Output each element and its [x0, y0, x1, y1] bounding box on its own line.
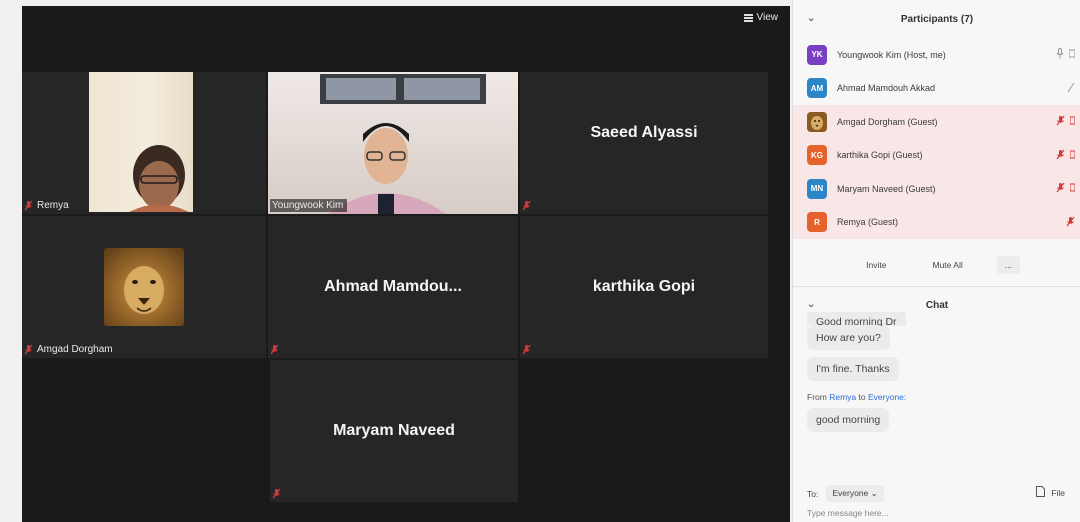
muted-mic-icon: [1066, 216, 1075, 230]
video-tile-amgad-dorgham[interactable]: Amgad Dorgham: [22, 216, 266, 358]
video-tile-saeed-alyassi[interactable]: Saeed Alyassi: [520, 72, 768, 214]
meeting-sidebar: ⌄ Participants (7) YK Youngwook Kim (Hos…: [792, 0, 1080, 522]
sender-link[interactable]: Remya: [829, 392, 856, 402]
participant-status: [1067, 82, 1075, 96]
video-tile-youngwook-kim[interactable]: Youngwook Kim: [268, 72, 518, 214]
participant-name: karthika Gopi: [592, 278, 696, 295]
file-button[interactable]: File: [1036, 486, 1065, 499]
participant-status: [1056, 48, 1076, 62]
invite-button[interactable]: Invite: [854, 256, 899, 274]
person-video-image: [320, 74, 486, 214]
mute-all-button[interactable]: Mute All: [920, 256, 975, 274]
participant-row[interactable]: Amgad Dorgham (Guest): [793, 105, 1080, 139]
zoom-meeting-window: View Remya Youngwook Kim Saeed Alyassi A…: [0, 0, 1080, 522]
participant-row[interactable]: AM Ahmad Mamdouh Akkad: [793, 72, 1080, 106]
chevron-down-icon: ⌄: [870, 488, 878, 498]
video-tile-remya[interactable]: Remya: [22, 72, 266, 214]
muted-mic-icon: [1056, 182, 1065, 196]
chat-title: Chat: [925, 299, 949, 311]
tile-name-label: Amgad Dorgham: [22, 343, 117, 356]
participant-row[interactable]: MN Maryam Naveed (Guest): [793, 172, 1080, 206]
muted-mic-icon: [1056, 115, 1065, 129]
file-icon: [1036, 486, 1046, 499]
participant-row[interactable]: YK Youngwook Kim (Host, me): [793, 38, 1080, 72]
avatar: AM: [807, 78, 827, 99]
tile-name-label: Youngwook Kim: [270, 199, 348, 212]
tile-name-label: [270, 487, 285, 500]
participants-header: ⌄ Participants (7): [793, 4, 1080, 34]
participant-status: [1056, 182, 1076, 196]
participant-video: [268, 72, 518, 214]
panel-divider: [793, 286, 1080, 287]
participants-list: YK Youngwook Kim (Host, me) AM Ahmad Mam…: [793, 38, 1080, 239]
participant-name: Saeed Alyassi: [590, 124, 698, 142]
video-tile-ahmad-mamdouh[interactable]: Ahmad Mamdou...: [268, 216, 518, 358]
participant-name: Maryam Naveed: [333, 422, 455, 439]
chevron-down-icon[interactable]: ⌄: [807, 13, 819, 25]
video-icon: [1068, 48, 1076, 62]
recipient-link[interactable]: Everyone:: [868, 392, 906, 402]
chat-message-input[interactable]: Type message here...: [807, 508, 1067, 518]
video-off-icon: [1069, 149, 1076, 163]
participant-name: Remya (Guest): [837, 217, 899, 228]
participant-video: [89, 72, 193, 212]
participant-status: [1056, 149, 1076, 163]
participant-name: Maryam Naveed (Guest): [837, 183, 936, 194]
avatar: MN: [807, 178, 827, 199]
muted-mic-icon: [522, 200, 531, 211]
muted-mic-icon: [1056, 149, 1065, 163]
to-label: To:: [807, 488, 819, 499]
tile-name-label: [520, 343, 535, 356]
video-gallery: View Remya Youngwook Kim Saeed Alyassi A…: [22, 6, 790, 522]
muted-mic-icon: [24, 200, 33, 211]
video-off-icon: [1069, 182, 1076, 196]
mic-icon: [1067, 82, 1075, 96]
tile-name-label: Remya: [22, 199, 73, 212]
participant-status: [1066, 216, 1075, 230]
view-label: View: [756, 12, 779, 23]
participants-title: Participants (7): [900, 13, 974, 25]
view-button[interactable]: View: [743, 12, 779, 23]
avatar: R: [807, 212, 827, 233]
lion-picture: [124, 266, 164, 314]
recipient-select[interactable]: Everyone ⌄: [826, 485, 884, 502]
grid-view-icon: [743, 13, 753, 22]
participant-name: Ahmad Mamdouh Akkad: [837, 83, 936, 94]
avatar: [807, 111, 827, 132]
participant-name: Amgad Dorgham (Guest): [837, 116, 938, 127]
participant-name: karthika Gopi (Guest): [837, 150, 923, 161]
tile-name-label: [268, 343, 283, 356]
participant-row[interactable]: KG karthika Gopi (Guest): [793, 138, 1080, 172]
more-options-button[interactable]: ...: [996, 256, 1020, 274]
tile-name-label: [520, 199, 535, 212]
person-video-image: [129, 145, 189, 212]
participant-status: [1056, 115, 1076, 129]
chat-message: I'm fine. Thanks: [807, 357, 1067, 388]
chat-sender-line: From Remya to Everyone:: [807, 392, 907, 402]
muted-mic-icon: [272, 488, 281, 499]
lion-avatar-image: [807, 111, 827, 132]
participant-row[interactable]: R Remya (Guest): [793, 205, 1080, 239]
participants-actions: Invite Mute All ...: [793, 256, 1080, 274]
muted-mic-icon: [24, 344, 33, 355]
muted-mic-icon: [522, 344, 531, 355]
chat-message: Good morning Dr: [807, 312, 1067, 326]
mic-icon: [1056, 48, 1064, 62]
video-off-icon: [1069, 115, 1076, 129]
chat-message: How are you?: [807, 326, 1067, 357]
participant-name: Youngwook Kim (Host, me): [837, 49, 946, 60]
lion-avatar-image: [104, 248, 184, 326]
chat-messages: Good morning Dr How are you? I'm fine. T…: [807, 312, 1067, 439]
participant-name: Ahmad Mamdou...: [324, 278, 462, 295]
video-tile-maryam-naveed[interactable]: Maryam Naveed: [270, 360, 518, 502]
chat-composer-bar: To: Everyone ⌄ File: [807, 485, 1077, 502]
avatar: KG: [807, 145, 827, 166]
video-tile-karthika-gopi[interactable]: karthika Gopi: [520, 216, 768, 358]
chevron-down-icon[interactable]: ⌄: [807, 299, 819, 311]
chat-message: good morning: [807, 408, 1067, 439]
muted-mic-icon: [270, 344, 279, 355]
avatar: YK: [807, 44, 827, 65]
